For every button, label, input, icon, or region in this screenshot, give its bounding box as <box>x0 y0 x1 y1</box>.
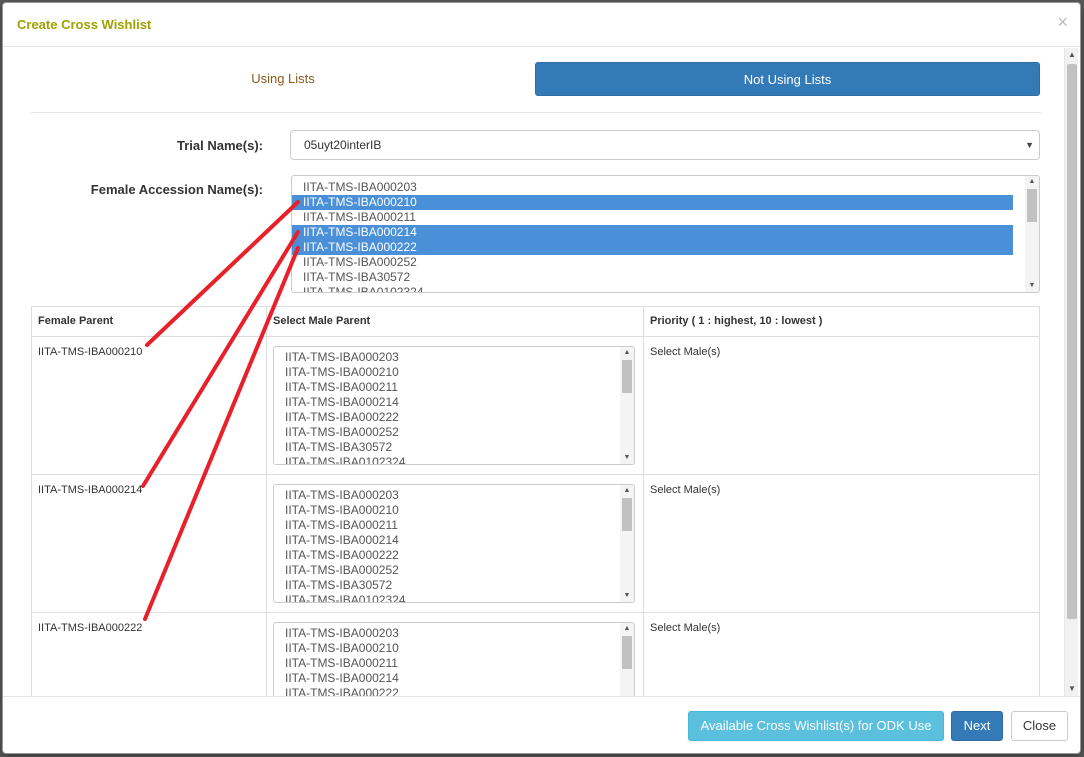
create-cross-wishlist-dialog: Create Cross Wishlist × Using Lists Not … <box>2 2 1081 754</box>
male-parent-option[interactable]: IITA-TMS-IBA000211 <box>274 518 634 533</box>
table-header-row: Female Parent Select Male Parent Priorit… <box>31 306 1040 337</box>
male-parent-option[interactable]: IITA-TMS-IBA000210 <box>274 641 634 656</box>
male-parent-option[interactable]: IITA-TMS-IBA000214 <box>274 671 634 686</box>
male-parent-listbox[interactable]: IITA-TMS-IBA000203 IITA-TMS-IBA000210 IITA… <box>273 484 635 603</box>
table-row: IITA-TMS-IBA000214 IITA-TMS-IBA000203 IITA… <box>31 474 1040 613</box>
male-parent-listbox[interactable]: IITA-TMS-IBA000203 IITA-TMS-IBA000210 IITA… <box>273 346 635 465</box>
scroll-up-icon[interactable]: ▲ <box>1065 48 1079 62</box>
male-parent-listbox[interactable]: IITA-TMS-IBA000203 IITA-TMS-IBA000210 IITA… <box>273 622 635 696</box>
scroll-thumb[interactable] <box>622 636 632 669</box>
male-parent-cell: IITA-TMS-IBA000203 IITA-TMS-IBA000210 IITA… <box>266 336 644 475</box>
male-parent-cell: IITA-TMS-IBA000203 IITA-TMS-IBA000210 IITA… <box>266 612 644 696</box>
male-parent-cell: IITA-TMS-IBA000203 IITA-TMS-IBA000210 IITA… <box>266 474 644 613</box>
male-parent-option[interactable]: IITA-TMS-IBA000214 <box>274 395 634 410</box>
next-button[interactable]: Next <box>951 711 1003 741</box>
scroll-thumb[interactable] <box>622 498 632 531</box>
female-accession-option[interactable]: IITA-TMS-IBA30572 <box>292 270 1013 285</box>
listbox-scrollbar[interactable]: ▲▼ <box>620 623 634 696</box>
listbox-scrollbar[interactable]: ▲▼ <box>620 485 634 602</box>
scroll-up-icon[interactable]: ▲ <box>620 347 634 359</box>
male-parent-option[interactable]: IITA-TMS-IBA000210 <box>274 365 634 380</box>
male-parent-option[interactable]: IITA-TMS-IBA000203 <box>274 488 634 503</box>
male-parent-option[interactable]: IITA-TMS-IBA000222 <box>274 548 634 563</box>
header-select-male-parent: Select Male Parent <box>266 306 644 337</box>
scroll-up-icon[interactable]: ▲ <box>620 485 634 497</box>
chevron-down-icon: ▼ <box>1025 140 1034 150</box>
trial-name-value: 05uyt20interIB <box>304 138 382 152</box>
close-button[interactable]: Close <box>1011 711 1068 741</box>
table-row: IITA-TMS-IBA000222 IITA-TMS-IBA000203 IITA… <box>31 612 1040 696</box>
female-accession-listbox[interactable]: IITA-TMS-IBA000203 IITA-TMS-IBA000210 IITA… <box>291 175 1040 293</box>
header-priority: Priority ( 1 : highest, 10 : lowest ) <box>643 306 1040 337</box>
dialog-footer: Available Cross Wishlist(s) for ODK Use … <box>3 696 1080 753</box>
dialog-title: Create Cross Wishlist <box>17 17 152 32</box>
close-icon[interactable]: × <box>1057 13 1068 31</box>
male-parent-option[interactable]: IITA-TMS-IBA000222 <box>274 410 634 425</box>
scroll-down-icon[interactable]: ▼ <box>1025 280 1039 292</box>
female-accession-option[interactable]: IITA-TMS-IBA000210 <box>292 195 1013 210</box>
male-parent-option[interactable]: IITA-TMS-IBA30572 <box>274 578 634 593</box>
scroll-down-icon[interactable]: ▼ <box>620 452 634 464</box>
listbox-scrollbar[interactable]: ▲▼ <box>620 347 634 464</box>
header-female-parent: Female Parent <box>31 306 267 337</box>
male-parent-option[interactable]: IITA-TMS-IBA000252 <box>274 425 634 440</box>
tab-divider <box>31 112 1041 113</box>
male-parent-option[interactable]: IITA-TMS-IBA000214 <box>274 533 634 548</box>
female-accession-label: Female Accession Name(s): <box>90 182 263 197</box>
dialog-header: Create Cross Wishlist × <box>3 3 1080 47</box>
priority-cell: Select Male(s) <box>643 474 1040 613</box>
female-accession-option[interactable]: IITA-TMS-IBA000203 <box>292 180 1013 195</box>
male-parent-option[interactable]: IITA-TMS-IBA000203 <box>274 626 634 641</box>
male-parent-option[interactable]: IITA-TMS-IBA000203 <box>274 350 634 365</box>
male-parent-option[interactable]: IITA-TMS-IBA000211 <box>274 656 634 671</box>
scroll-down-icon[interactable]: ▼ <box>620 590 634 602</box>
male-parent-option[interactable]: IITA-TMS-IBA000222 <box>274 686 634 696</box>
tab-using-lists[interactable]: Using Lists <box>33 62 533 96</box>
trial-name-select[interactable]: 05uyt20interIB ▼ <box>290 130 1040 160</box>
scroll-up-icon[interactable]: ▲ <box>620 623 634 635</box>
male-parent-option[interactable]: IITA-TMS-IBA000210 <box>274 503 634 518</box>
male-parent-option[interactable]: IITA-TMS-IBA000252 <box>274 563 634 578</box>
scroll-thumb[interactable] <box>622 360 632 393</box>
scroll-thumb[interactable] <box>1027 189 1037 222</box>
listbox-scrollbar[interactable]: ▲ ▼ <box>1025 176 1039 292</box>
trial-name-label: Trial Name(s): <box>177 138 263 153</box>
priority-cell: Select Male(s) <box>643 612 1040 696</box>
tab-not-using-lists[interactable]: Not Using Lists <box>535 62 1040 96</box>
female-parent-cell: IITA-TMS-IBA000214 <box>31 474 267 613</box>
female-accession-option[interactable]: IITA-TMS-IBA000252 <box>292 255 1013 270</box>
male-parent-option[interactable]: IITA-TMS-IBA0102324 <box>274 593 634 602</box>
odk-wishlist-button[interactable]: Available Cross Wishlist(s) for ODK Use <box>688 711 944 741</box>
scroll-up-icon[interactable]: ▲ <box>1025 176 1039 188</box>
cross-pairs-table: Female Parent Select Male Parent Priorit… <box>31 306 1040 696</box>
female-parent-cell: IITA-TMS-IBA000210 <box>31 336 267 475</box>
scroll-down-icon[interactable]: ▼ <box>1065 682 1079 696</box>
female-accession-option[interactable]: IITA-TMS-IBA000222 <box>292 240 1013 255</box>
female-accession-option[interactable]: IITA-TMS-IBA0102324 <box>292 285 1013 292</box>
male-parent-option[interactable]: IITA-TMS-IBA0102324 <box>274 455 634 464</box>
table-row: IITA-TMS-IBA000210 IITA-TMS-IBA000203 IITA… <box>31 336 1040 475</box>
female-accession-option[interactable]: IITA-TMS-IBA000214 <box>292 225 1013 240</box>
female-accession-option[interactable]: IITA-TMS-IBA000211 <box>292 210 1013 225</box>
dialog-body: Using Lists Not Using Lists Trial Name(s… <box>3 48 1065 696</box>
dialog-scrollbar[interactable]: ▲ ▼ <box>1064 48 1078 696</box>
male-parent-option[interactable]: IITA-TMS-IBA30572 <box>274 440 634 455</box>
male-parent-option[interactable]: IITA-TMS-IBA000211 <box>274 380 634 395</box>
scroll-thumb[interactable] <box>1067 64 1077 619</box>
female-parent-cell: IITA-TMS-IBA000222 <box>31 612 267 696</box>
priority-cell: Select Male(s) <box>643 336 1040 475</box>
